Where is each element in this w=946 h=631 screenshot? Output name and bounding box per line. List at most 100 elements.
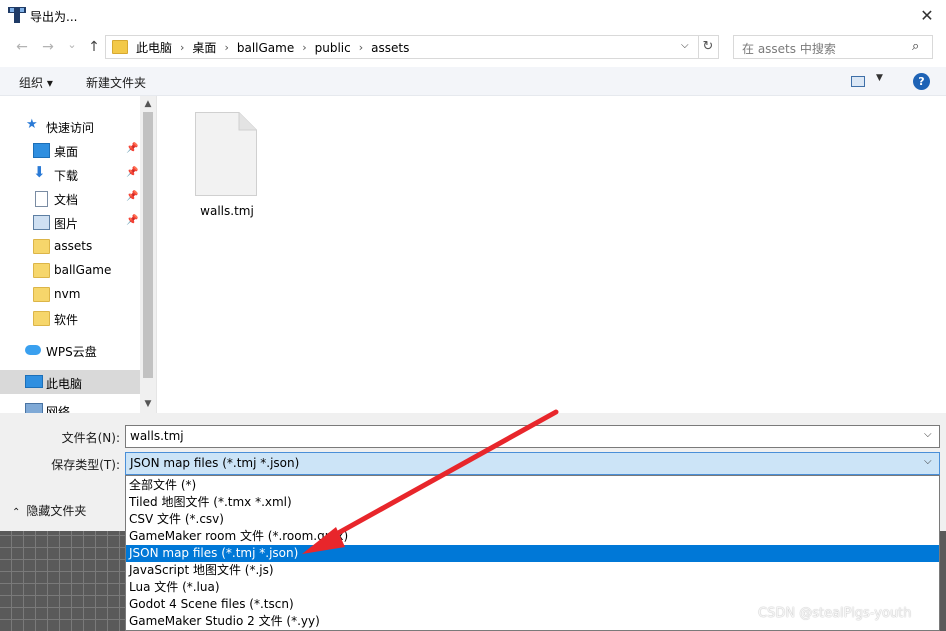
folder-icon [33,311,50,326]
filetype-option[interactable]: JavaScript 地图文件 (*.js) [126,562,939,579]
document-icon [35,191,48,207]
refresh-icon[interactable]: ↻ [698,35,719,59]
address-bar[interactable]: 此电脑 › 桌面 › ballGame › public › assets ⌵ [105,35,699,59]
hide-folders-toggle[interactable]: ⌃ 隐藏文件夹 [12,502,86,519]
sidebar-item-pictures[interactable]: 图片 📌 [0,210,140,234]
desktop-icon [33,143,50,158]
pin-icon: 📌 [126,143,139,154]
sidebar-item-quick-access[interactable]: ★ 快速访问 [0,114,140,138]
breadcrumb-assets[interactable]: assets [371,41,409,55]
filename-value: walls.tmj [130,429,184,443]
sidebar-item-downloads[interactable]: ⬇ 下载 📌 [0,162,140,186]
pin-icon: 📌 [126,191,139,202]
sidebar-item-label: 下载 [54,169,79,183]
file-list: walls.tmj [157,96,946,413]
folder-icon [33,287,50,302]
network-icon [25,403,43,413]
new-folder-button[interactable]: 新建文件夹 [86,74,146,91]
chevron-up-icon: ⌃ [12,507,21,518]
filetype-option[interactable]: CSV 文件 (*.csv) [126,511,939,528]
computer-icon [25,375,43,388]
sidebar-item-desktop[interactable]: 桌面 📌 [0,138,140,162]
filetype-label: 保存类型(T): [51,458,120,472]
breadcrumb-ballgame[interactable]: ballGame [237,41,294,55]
view-options-icon[interactable] [851,76,865,87]
sidebar-item-assets[interactable]: assets [0,234,140,258]
sidebar-item-wps-cloud[interactable]: WPS云盘 [0,338,140,362]
file-name: walls.tmj [200,204,254,218]
sidebar-item-label: ballGame [54,263,112,277]
breadcrumb-public[interactable]: public [315,41,351,55]
search-placeholder: 在 assets 中搜索 [742,42,836,56]
scroll-down-icon[interactable]: ▼ [143,399,153,409]
file-item[interactable]: walls.tmj [187,106,267,226]
tiled-app-icon [8,7,26,23]
sidebar-item-label: assets [54,239,93,253]
breadcrumb-this-pc[interactable]: 此电脑 [136,39,172,56]
star-icon: ★ [26,117,38,132]
chevron-right-icon: › [224,41,229,54]
background-canvas-edge [940,531,946,631]
sidebar-item-label: nvm [54,287,81,301]
sidebar-item-label: 网络 [46,405,71,413]
filetype-option[interactable]: Tiled 地图文件 (*.tmx *.xml) [126,494,939,511]
filetype-option-selected[interactable]: JSON map files (*.tmj *.json) [126,545,939,562]
sidebar-item-network[interactable]: 网络 [0,398,140,413]
sidebar-item-ballgame[interactable]: ballGame [0,258,140,282]
filetype-option[interactable]: Lua 文件 (*.lua) [126,579,939,596]
sidebar-item-this-pc[interactable]: 此电脑 [0,370,140,394]
folder-icon [112,40,128,54]
sidebar-item-label: 软件 [54,313,79,327]
breadcrumb-desktop[interactable]: 桌面 [192,39,216,56]
scroll-thumb[interactable] [143,112,153,378]
pin-icon: 📌 [126,167,139,178]
sidebar-item-label: 快速访问 [46,121,95,135]
help-icon[interactable]: ? [913,73,930,90]
folder-icon [33,239,50,254]
cloud-icon [25,345,41,355]
pictures-icon [33,215,50,230]
forward-arrow-icon[interactable]: → [38,37,58,57]
scroll-up-icon[interactable]: ▲ [143,99,153,109]
chevron-right-icon: › [358,41,364,54]
sidebar-item-documents[interactable]: 文档 📌 [0,186,140,210]
sidebar-item-label: 此电脑 [46,377,83,391]
file-icon [195,112,257,196]
breadcrumb: 此电脑 › 桌面 › ballGame › public › assets [136,39,409,56]
filetype-value: JSON map files (*.tmj *.json) [130,456,300,470]
window-title: 导出为... [30,10,78,24]
filename-label: 文件名(N): [61,431,120,445]
sidebar-item-nvm[interactable]: nvm [0,282,140,306]
title-bar: 导出为... ✕ [0,0,946,31]
sidebar-item-software[interactable]: 软件 [0,306,140,330]
back-arrow-icon[interactable]: ← [12,37,32,57]
chevron-down-icon[interactable]: ⌵ [924,429,932,440]
organize-menu[interactable]: 组织 ▾ [19,74,53,91]
chevron-down-icon[interactable]: ▼ [876,73,883,83]
sidebar-item-label: 文档 [54,193,79,207]
filetype-select[interactable]: JSON map files (*.tmj *.json) ⌵ [125,452,940,475]
chevron-down-icon[interactable]: ⌵ [681,40,689,51]
sidebar-scrollbar[interactable]: ▲ ▼ [140,96,156,413]
pin-icon: 📌 [126,215,139,226]
recent-locations-icon[interactable]: ⌄ [62,35,82,55]
filetype-option[interactable]: 全部文件 (*) [126,477,939,494]
filetype-option[interactable]: GameMaker room 文件 (*.room.gmx) [126,528,939,545]
hide-folders-label: 隐藏文件夹 [26,504,87,518]
download-icon: ⬇ [33,163,46,181]
chevron-right-icon: › [180,41,185,54]
search-input[interactable]: 在 assets 中搜索 ⌕ [733,35,933,59]
search-icon: ⌕ [912,39,920,54]
sidebar-item-label: WPS云盘 [46,345,97,359]
command-toolbar: 组织 ▾ 新建文件夹 ▼ ? [0,67,946,96]
up-arrow-icon[interactable]: ↑ [84,37,104,57]
navigation-pane: ★ 快速访问 桌面 📌 ⬇ 下载 📌 文档 📌 图片 📌 assets ball… [0,96,156,413]
close-icon[interactable]: ✕ [913,4,941,28]
chevron-down-icon[interactable]: ⌵ [924,456,932,467]
filename-field[interactable]: walls.tmj ⌵ [125,425,940,448]
sidebar-item-label: 桌面 [54,145,79,159]
watermark: CSDN @stealPigs-youth [758,606,912,621]
sidebar-item-label: 图片 [54,217,79,231]
background-canvas [0,531,125,631]
folder-icon [33,263,50,278]
